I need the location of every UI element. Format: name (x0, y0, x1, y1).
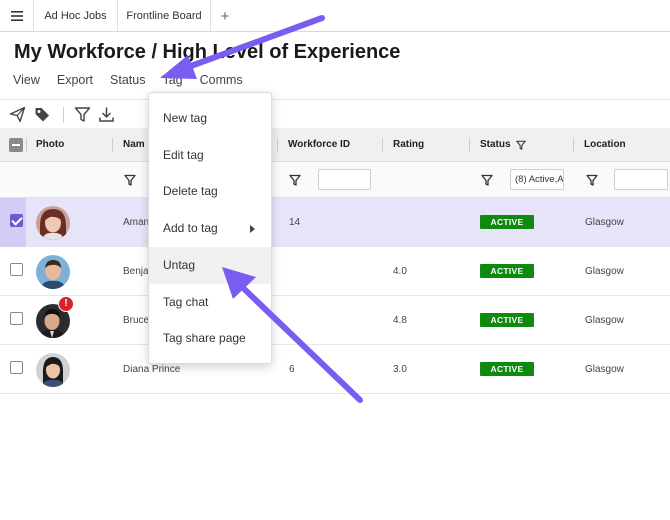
column-header-location[interactable]: Location (584, 128, 626, 162)
table-row[interactable]: Diana Prince 6 3.0 ACTIVE Glasgow (0, 345, 670, 394)
menu-view[interactable]: View (13, 73, 40, 89)
hamburger-menu-button[interactable] (0, 0, 34, 32)
filter-icon[interactable] (74, 106, 91, 123)
menu-item-add-to-tag[interactable]: Add to tag (149, 210, 271, 247)
column-header-rating[interactable]: Rating (393, 128, 424, 162)
avatar (36, 255, 70, 289)
column-header-status[interactable]: Status (480, 128, 511, 162)
column-header-name[interactable]: Nam (123, 128, 145, 162)
menu-bar: View Export Status Tag Comms (13, 73, 260, 89)
workforce-id-filter-icon[interactable] (289, 174, 301, 186)
row-checkbox[interactable] (10, 214, 23, 227)
status-filter-active-icon[interactable] (516, 140, 526, 150)
status-badge: ACTIVE (480, 215, 534, 229)
tag-icon[interactable] (34, 106, 51, 123)
tab-bar: Ad Hoc Jobs Frontline Board + (0, 0, 670, 32)
row-checkbox[interactable] (10, 263, 23, 276)
row-checkbox[interactable] (10, 361, 23, 374)
cell-name: Aman (123, 217, 150, 228)
cell-location: Glasgow (585, 364, 624, 375)
column-header-workforce-id[interactable]: Workforce ID (288, 128, 350, 162)
menu-item-delete-tag[interactable]: Delete tag (149, 173, 271, 210)
toolbar-divider (63, 107, 64, 123)
column-divider (26, 138, 27, 152)
status-filter-input[interactable]: (8) Active,A (510, 169, 564, 190)
column-divider (277, 138, 278, 152)
table-row[interactable]: Benja 4.0 ACTIVE Glasgow (0, 247, 670, 296)
avatar (36, 353, 70, 387)
column-divider (573, 138, 574, 152)
tab-ad-hoc-jobs[interactable]: Ad Hoc Jobs (34, 0, 118, 32)
column-divider (382, 138, 383, 152)
table-row[interactable]: ! Bruce 4.8 ACTIVE Glasgow (0, 296, 670, 345)
cell-rating: 4.8 (393, 315, 407, 326)
cell-workforce-id: 14 (289, 217, 301, 228)
cell-name: Benja (123, 266, 149, 277)
column-divider (112, 138, 113, 152)
status-badge: ACTIVE (480, 313, 534, 327)
hamburger-icon (10, 11, 23, 21)
menu-item-edit-tag[interactable]: Edit tag (149, 137, 271, 174)
row-checkbox[interactable] (10, 312, 23, 325)
menu-item-tag-share-page[interactable]: Tag share page (149, 320, 271, 357)
menu-item-label: Add to tag (163, 221, 218, 235)
filter-row: (8) Active,A (0, 162, 670, 198)
tag-dropdown-menu: New tag Edit tag Delete tag Add to tag U… (148, 92, 272, 364)
status-badge: ACTIVE (480, 264, 534, 278)
grid-header: Photo Nam Workforce ID Rating Status Loc… (0, 128, 670, 162)
submenu-arrow-icon (250, 225, 255, 233)
cell-workforce-id: 6 (289, 364, 295, 375)
cell-rating: 4.0 (393, 266, 407, 277)
cell-location: Glasgow (585, 315, 624, 326)
table-row[interactable]: Aman 14 ACTIVE Glasgow (0, 198, 670, 247)
column-divider (469, 138, 470, 152)
menu-item-untag[interactable]: Untag (149, 247, 271, 284)
send-icon[interactable] (9, 106, 26, 123)
toolbar (0, 99, 670, 129)
tab-frontline-board[interactable]: Frontline Board (118, 0, 211, 32)
add-tab-button[interactable]: + (211, 0, 239, 32)
cell-rating: 3.0 (393, 364, 407, 375)
avatar (36, 206, 70, 240)
page-title: My Workforce / High Level of Experience (14, 41, 401, 63)
status-badge: ACTIVE (480, 362, 534, 376)
download-icon[interactable] (98, 106, 115, 123)
location-filter-icon[interactable] (586, 174, 598, 186)
menu-item-new-tag[interactable]: New tag (149, 100, 271, 137)
select-all-checkbox[interactable] (9, 138, 23, 152)
menu-status[interactable]: Status (110, 73, 145, 89)
alert-badge: ! (58, 296, 74, 312)
status-filter-icon[interactable] (481, 174, 493, 186)
menu-item-tag-chat[interactable]: Tag chat (149, 284, 271, 321)
column-header-photo[interactable]: Photo (36, 128, 64, 162)
workforce-id-filter-input[interactable] (318, 169, 371, 190)
cell-name: Bruce (123, 315, 150, 326)
cell-location: Glasgow (585, 217, 624, 228)
location-filter-input[interactable] (614, 169, 668, 190)
menu-tag[interactable]: Tag (162, 73, 182, 89)
menu-comms[interactable]: Comms (200, 73, 243, 89)
menu-export[interactable]: Export (57, 73, 93, 89)
name-filter-icon[interactable] (124, 174, 136, 186)
cell-location: Glasgow (585, 266, 624, 277)
